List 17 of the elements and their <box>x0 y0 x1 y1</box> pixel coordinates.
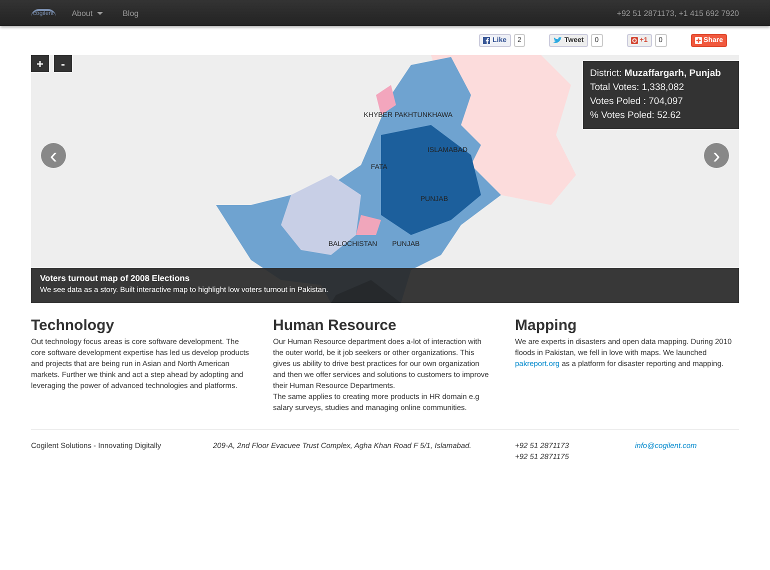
zoom-out-button[interactable]: - <box>54 55 72 72</box>
caption-title: Voters turnout map of 2008 Elections <box>40 272 191 284</box>
google-plus-icon <box>630 37 638 44</box>
nav-link[interactable]: About <box>72 8 103 18</box>
plus-icon <box>694 37 702 44</box>
tooltip-line: Votes Poled : 704,097 <box>590 95 684 109</box>
section-heading: Mapping <box>515 317 578 335</box>
tooltip-line: % Votes Poled: 52.62 <box>590 109 682 123</box>
facebook-icon <box>483 37 490 44</box>
bird-icon <box>553 37 562 44</box>
nav-link[interactable]: Blog <box>122 8 139 18</box>
zoom-in-button[interactable]: + <box>31 55 49 72</box>
contact-phones: +92 51 2871173, +1 415 692 7920 <box>616 8 739 18</box>
district-name: District: Muzaffargarh, Punjab <box>590 67 722 81</box>
section-heading: Human Resource <box>273 317 398 335</box>
tooltip-line: Total Votes: 1,338,082 <box>590 81 686 95</box>
section-heading: Technology <box>31 317 116 335</box>
